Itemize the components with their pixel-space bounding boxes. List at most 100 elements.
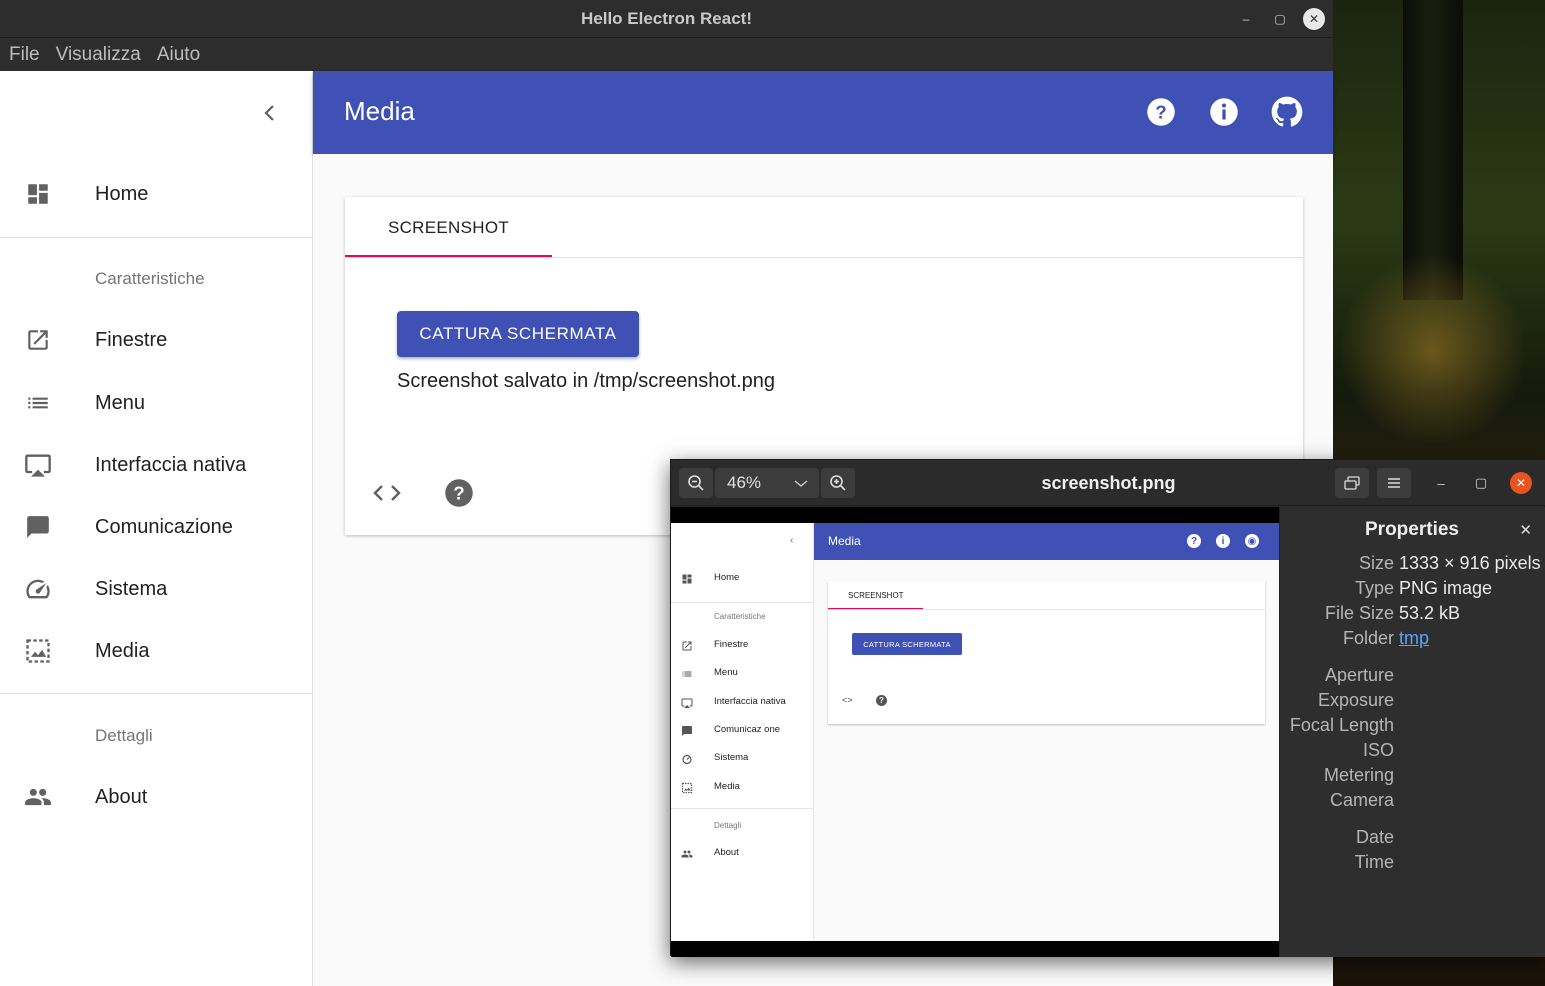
property-value: 1333 × 916 pixels bbox=[1399, 553, 1541, 573]
hamburger-menu-button[interactable] bbox=[1377, 468, 1411, 498]
viewer-headerbar[interactable]: 46% screenshot.png – ▢ ✕ bbox=[671, 460, 1545, 506]
property-camera: Camera bbox=[1280, 790, 1545, 814]
card-help-button[interactable]: ? bbox=[443, 477, 475, 509]
property-key: ISO bbox=[1362, 740, 1394, 760]
thumb-nav-item: About bbox=[671, 846, 814, 862]
thumb-nav-item: Menu bbox=[671, 666, 814, 682]
thumb-tab-indicator bbox=[828, 608, 923, 609]
cattura-schermata-button[interactable]: CATTURA SCHERMATA bbox=[397, 311, 639, 357]
github-button[interactable] bbox=[1270, 95, 1303, 128]
thumb-divider bbox=[671, 808, 814, 809]
close-button[interactable]: ✕ bbox=[1303, 8, 1325, 30]
viewer-maximize-button[interactable]: ▢ bbox=[1470, 472, 1492, 494]
airplay-icon bbox=[681, 698, 693, 708]
screenshot-thumbnail: ‹ Home Caratteristiche Finestre Menu Int… bbox=[671, 523, 1279, 941]
property-focal-length: Focal Length bbox=[1280, 715, 1545, 739]
sidebar-divider bbox=[0, 693, 312, 694]
property-key: Size bbox=[1358, 553, 1394, 573]
menu-visualizza[interactable]: Visualizza bbox=[56, 44, 141, 66]
folder-link[interactable]: tmp bbox=[1399, 628, 1429, 649]
github-icon bbox=[1271, 96, 1302, 127]
image-canvas[interactable]: ‹ Home Caratteristiche Finestre Menu Int… bbox=[671, 507, 1279, 957]
property-type: Type PNG image bbox=[1280, 578, 1545, 602]
app-bar: Media ? bbox=[313, 71, 1333, 154]
sidebar-item-finestre[interactable]: Finestre bbox=[0, 315, 312, 365]
sidebar-item-menu[interactable]: Menu bbox=[0, 378, 312, 428]
section-caratteristiche: Caratteristiche bbox=[95, 269, 205, 288]
thumb-nav-item: Finestre bbox=[671, 638, 814, 654]
thumb-nav-label: Interfaccia nativa bbox=[714, 696, 786, 707]
sidebar-item-interfaccia-nativa[interactable]: Interfaccia nativa bbox=[0, 440, 312, 490]
dashboard-icon bbox=[24, 180, 52, 208]
image-frame-icon bbox=[681, 782, 693, 794]
help-icon: ? bbox=[1187, 534, 1201, 548]
zoom-level-dropdown[interactable]: 46% bbox=[715, 468, 819, 498]
section-dettagli: Dettagli bbox=[95, 726, 153, 745]
viewer-minimize-button[interactable]: – bbox=[1430, 472, 1452, 494]
maximize-button[interactable]: ▢ bbox=[1269, 8, 1291, 30]
property-key: File Size bbox=[1324, 603, 1394, 623]
sidebar-item-label: Comunicazione bbox=[95, 515, 233, 538]
property-key: Aperture bbox=[1324, 665, 1394, 685]
tab-bar: SCREENSHOT bbox=[345, 197, 1303, 258]
menu-file[interactable]: File bbox=[9, 44, 40, 66]
thumb-nav-label: Media bbox=[714, 781, 740, 792]
zoom-out-button[interactable] bbox=[679, 468, 713, 498]
property-aperture: Aperture bbox=[1280, 665, 1545, 689]
chat-icon bbox=[24, 513, 52, 541]
property-folder: Folder tmp bbox=[1280, 628, 1545, 652]
thumb-tab: SCREENSHOT bbox=[848, 591, 904, 600]
sidebar-item-media[interactable]: Media bbox=[0, 626, 312, 676]
viewer-close-button[interactable]: ✕ bbox=[1510, 472, 1532, 494]
svg-text:?: ? bbox=[1155, 101, 1166, 122]
code-icon: <> bbox=[842, 695, 853, 705]
property-key: Type bbox=[1354, 578, 1394, 598]
property-key: Time bbox=[1354, 852, 1394, 872]
sidebar-item-about[interactable]: About bbox=[0, 772, 312, 822]
property-key: Folder bbox=[1342, 628, 1394, 648]
sidebar-item-label: Finestre bbox=[95, 328, 168, 351]
help-icon: ? bbox=[1146, 97, 1175, 126]
sidebar-drawer: Home Caratteristiche Finestre Menu Inter… bbox=[0, 71, 313, 986]
tab-screenshot[interactable]: SCREENSHOT bbox=[345, 197, 552, 258]
menu-aiuto[interactable]: Aiuto bbox=[157, 44, 200, 66]
thumb-card: SCREENSHOT CATTURA SCHERMATA <> ? bbox=[828, 581, 1265, 724]
thumb-nav-item: Home bbox=[671, 571, 814, 587]
sidebar-item-home[interactable]: Home bbox=[0, 169, 312, 219]
appbar-actions: ? bbox=[1144, 95, 1303, 128]
sidebar-item-label: Interfaccia nativa bbox=[95, 453, 247, 476]
window-titlebar[interactable]: Hello Electron React! – ▢ ✕ bbox=[0, 0, 1333, 38]
thumb-sidebar: ‹ Home Caratteristiche Finestre Menu Int… bbox=[671, 523, 814, 941]
zoom-in-icon bbox=[830, 475, 846, 491]
zoom-out-icon bbox=[688, 475, 704, 491]
thumb-tab-separator bbox=[828, 609, 1265, 610]
property-date: Date bbox=[1280, 827, 1545, 851]
thumb-nav-label: About bbox=[714, 847, 739, 858]
view-code-button[interactable] bbox=[371, 477, 403, 509]
thumb-appbar: Media ? i ◉ bbox=[814, 523, 1279, 560]
sidebar-item-label: Home bbox=[95, 182, 149, 205]
properties-close-button[interactable]: ✕ bbox=[1519, 521, 1532, 539]
property-iso: ISO bbox=[1280, 740, 1545, 764]
collapse-drawer-button[interactable] bbox=[256, 99, 284, 127]
list-icon bbox=[24, 389, 52, 417]
sidebar-item-sistema[interactable]: Sistema bbox=[0, 564, 312, 614]
zoom-in-button[interactable] bbox=[821, 468, 855, 498]
info-button[interactable] bbox=[1207, 95, 1240, 128]
open-in-new-icon bbox=[682, 641, 692, 651]
tab-indicator bbox=[345, 255, 552, 257]
wallpaper-light bbox=[1343, 250, 1523, 450]
sidebar-item-label: Media bbox=[95, 639, 150, 662]
thumb-nav-label: Menu bbox=[714, 667, 738, 678]
minimize-button[interactable]: – bbox=[1235, 8, 1257, 30]
window-controls: – ▢ ✕ bbox=[1235, 8, 1325, 30]
fullscreen-button[interactable] bbox=[1335, 468, 1369, 498]
menubar: File Visualizza Aiuto bbox=[0, 38, 1333, 71]
properties-title: Properties bbox=[1365, 519, 1459, 540]
thumb-appbar-icons: ? i ◉ bbox=[1187, 534, 1259, 548]
property-key: Exposure bbox=[1317, 690, 1394, 710]
help-button[interactable]: ? bbox=[1144, 95, 1177, 128]
thumb-nav-label: Finestre bbox=[714, 639, 749, 650]
sidebar-item-comunicazione[interactable]: Comunicazione bbox=[0, 502, 312, 552]
info-icon bbox=[1209, 97, 1238, 126]
